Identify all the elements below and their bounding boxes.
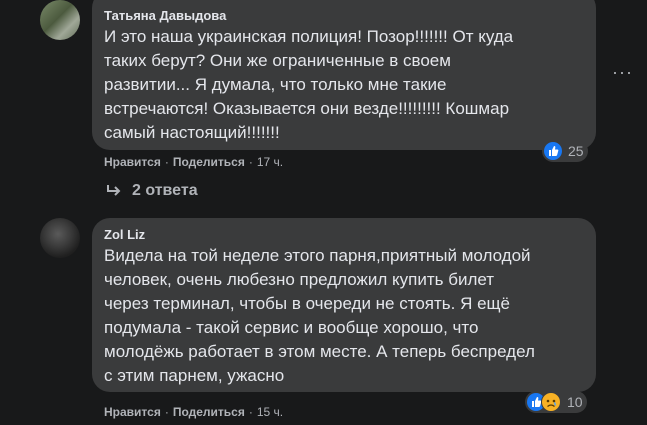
like-button[interactable]: Нравится (104, 405, 161, 419)
separator: · (248, 405, 253, 419)
share-button[interactable]: Поделиться (173, 155, 245, 169)
comment-actions: Нравится · Поделиться · 15 ч. (104, 404, 283, 420)
comment-time[interactable]: 15 ч. (257, 405, 283, 419)
comment-text: Видела на той неделе этого парня,приятны… (104, 246, 535, 385)
separator: · (248, 155, 253, 169)
share-button[interactable]: Поделиться (173, 405, 245, 419)
reaction-summary[interactable]: 10 (525, 391, 587, 413)
like-button[interactable]: Нравится (104, 155, 161, 169)
comment-text: И это наша украинская полиция! Позор!!!!… (104, 27, 514, 142)
reaction-count: 25 (568, 143, 584, 159)
replies-count: 2 ответа (132, 182, 198, 199)
reaction-summary[interactable]: 25 (542, 140, 588, 162)
comment-author[interactable]: Zol Liz (104, 227, 584, 243)
comment-bubble: Zol Liz Видела на той неделе этого парня… (92, 218, 596, 392)
comment-avatar[interactable] (40, 0, 80, 40)
separator: · (164, 405, 169, 419)
separator: · (164, 155, 169, 169)
reaction-count: 10 (567, 394, 583, 410)
like-reaction-icon (544, 142, 562, 160)
comment-time[interactable]: 17 ч. (257, 155, 283, 169)
comment-bubble: Татьяна Давыдова И это наша украинская п… (92, 0, 596, 150)
comment-avatar[interactable] (40, 218, 80, 258)
comment-actions: Нравится · Поделиться · 17 ч. (104, 154, 283, 170)
comment-author[interactable]: Татьяна Давыдова (104, 8, 584, 24)
view-replies-button[interactable]: 2 ответа (106, 182, 198, 200)
reply-arrow-icon (107, 185, 121, 196)
more-options-icon[interactable]: ··· (612, 62, 633, 83)
sad-reaction-icon (541, 392, 561, 412)
